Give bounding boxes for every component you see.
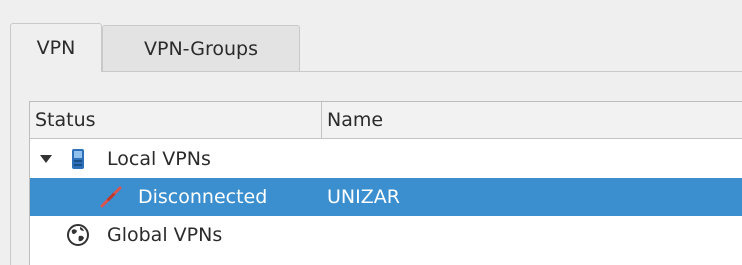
tab-vpn[interactable]: VPN — [10, 23, 102, 72]
local-vpn-icon — [66, 147, 90, 171]
tab-vpn-label: VPN — [36, 37, 76, 59]
tab-vpn-groups-label: VPN-Groups — [144, 37, 258, 60]
row-status-label: Local VPNs — [107, 148, 211, 170]
tree-row-local-vpns[interactable]: Local VPNs — [30, 140, 742, 178]
row-name-label: UNIZAR — [327, 186, 400, 208]
row-status-label: Global VPNs — [107, 224, 223, 246]
vpn-tree-view[interactable]: Status Name Local VPNs Disconnected UNIZ… — [29, 101, 742, 265]
expand-arrow-icon[interactable] — [40, 155, 52, 163]
tree-row-global-vpns[interactable]: Global VPNs — [30, 216, 742, 254]
column-header-name-label: Name — [327, 109, 384, 131]
globe-icon — [66, 223, 90, 247]
tab-panel-border — [10, 71, 742, 72]
column-header-status[interactable]: Status — [30, 102, 322, 138]
column-header-status-label: Status — [35, 109, 96, 131]
disconnected-icon — [99, 185, 123, 209]
row-status-label: Disconnected — [138, 186, 268, 208]
tab-bar: VPN VPN-Groups — [10, 23, 742, 72]
column-header-name[interactable]: Name — [322, 102, 742, 138]
tree-header: Status Name — [30, 102, 742, 139]
tab-vpn-groups[interactable]: VPN-Groups — [102, 25, 300, 71]
tree-row-unizar[interactable]: Disconnected UNIZAR — [30, 178, 742, 216]
tab-panel-border-left — [10, 71, 11, 265]
